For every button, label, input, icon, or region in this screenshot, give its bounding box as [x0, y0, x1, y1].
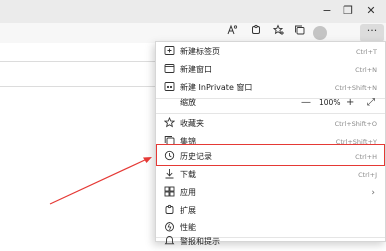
annotation-arrow: [49, 157, 152, 205]
